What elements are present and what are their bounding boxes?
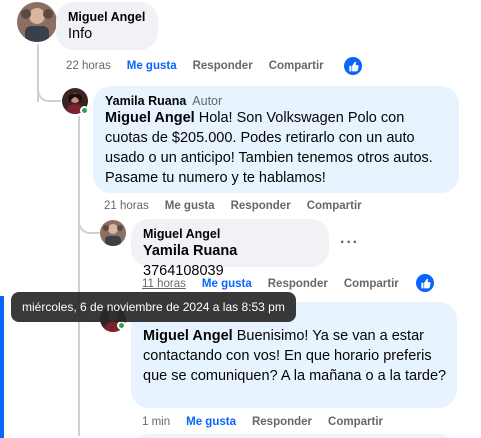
highlight-accent [0,296,4,438]
avatar[interactable] [100,220,126,246]
comment-author[interactable]: Yamila Ruana [105,94,186,108]
reply-button[interactable]: Responder [268,278,328,290]
comment-actions: 22 horas Me gusta Responder Compartir [66,60,340,72]
online-status-icon [117,321,126,330]
reply-button[interactable]: Responder [252,416,312,428]
reply-button[interactable]: Responder [193,60,253,72]
like-icon[interactable] [344,57,362,75]
comment-text: Yamila Ruana 3764108039 [143,241,317,281]
comment-body: 3764108039 [143,263,224,279]
mention-link[interactable]: Miguel Angel [105,110,195,126]
comment-bubble: Miguel Angel Yamila Ruana 3764108039 [131,219,329,279]
comment-text: Miguel Angel Hola! Son Volkswagen Polo c… [105,108,447,188]
share-button[interactable]: Compartir [344,278,399,290]
like-button[interactable]: Me gusta [186,416,236,428]
comment-text: Info [68,26,93,42]
like-button[interactable]: Me gusta [202,278,252,290]
comment-actions: 1 min Me gusta Responder Compartir [142,416,399,428]
comment-bubble: Miguel Angel Info [56,2,158,50]
comment-time[interactable]: 11 horas [142,278,186,290]
comment-bubble: Yamila Ruana Autor Miguel Angel Hola! So… [93,86,459,193]
comment-actions: 11 horas Me gusta Responder Compartir [142,278,415,290]
share-button[interactable]: Compartir [269,60,324,72]
avatar-image [17,2,57,42]
share-button[interactable]: Compartir [307,200,362,212]
thread-curve [37,80,61,102]
online-status-icon [80,106,89,115]
comment-author[interactable]: Miguel Angel [143,227,317,241]
comment-time[interactable]: 21 horas [104,200,149,212]
share-button[interactable]: Compartir [328,416,383,428]
comment-bubble [131,434,457,438]
reply-button[interactable]: Responder [231,200,291,212]
thread-curve [78,212,100,234]
more-options-icon[interactable]: ··· [340,234,359,252]
like-icon[interactable] [416,274,434,292]
avatar-image [100,220,126,246]
avatar[interactable] [17,2,57,42]
mention-link[interactable]: Yamila Ruana [143,243,237,259]
comment-time[interactable]: 22 horas [66,60,111,72]
comment-text: Miguel Angel Buenisimo! Ya se van a esta… [143,326,447,386]
timestamp-tooltip: miércoles, 6 de noviembre de 2024 a las … [11,292,296,322]
comment-time[interactable]: 1 min [142,416,170,428]
comment-author[interactable]: Miguel Angel [68,10,146,24]
thread-line [78,116,80,436]
like-button[interactable]: Me gusta [165,200,215,212]
comment-actions: 21 horas Me gusta Responder Compartir [104,200,378,212]
mention-link[interactable]: Miguel Angel [143,328,233,344]
author-badge: Autor [192,94,223,108]
like-button[interactable]: Me gusta [127,60,177,72]
